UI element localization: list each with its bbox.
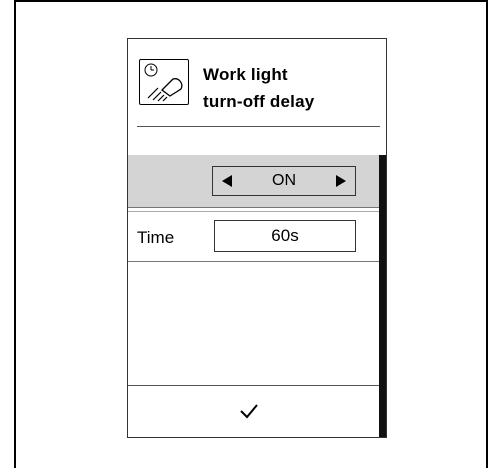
title-line-1: Work light xyxy=(203,65,288,84)
scrollbar[interactable] xyxy=(379,155,386,437)
time-row[interactable]: Time 60s xyxy=(128,211,379,262)
work-light-timer-icon xyxy=(139,59,189,105)
panel-title: Work light turn-off delay xyxy=(203,61,383,115)
settings-panel: Work light turn-off delay ON Time 60s xyxy=(127,38,387,438)
time-value-field[interactable]: 60s xyxy=(214,220,356,252)
title-line-2: turn-off delay xyxy=(203,92,315,111)
left-arrow-icon[interactable] xyxy=(219,172,237,190)
right-arrow-icon[interactable] xyxy=(331,172,349,190)
time-label: Time xyxy=(137,228,175,247)
panel-footer xyxy=(128,385,379,437)
checkmark-icon[interactable] xyxy=(238,400,260,422)
header-divider xyxy=(137,126,380,127)
mode-row[interactable]: ON xyxy=(128,155,379,208)
mode-value: ON xyxy=(272,172,296,189)
panel-header: Work light turn-off delay xyxy=(128,39,386,127)
mode-selector[interactable]: ON xyxy=(212,166,356,196)
